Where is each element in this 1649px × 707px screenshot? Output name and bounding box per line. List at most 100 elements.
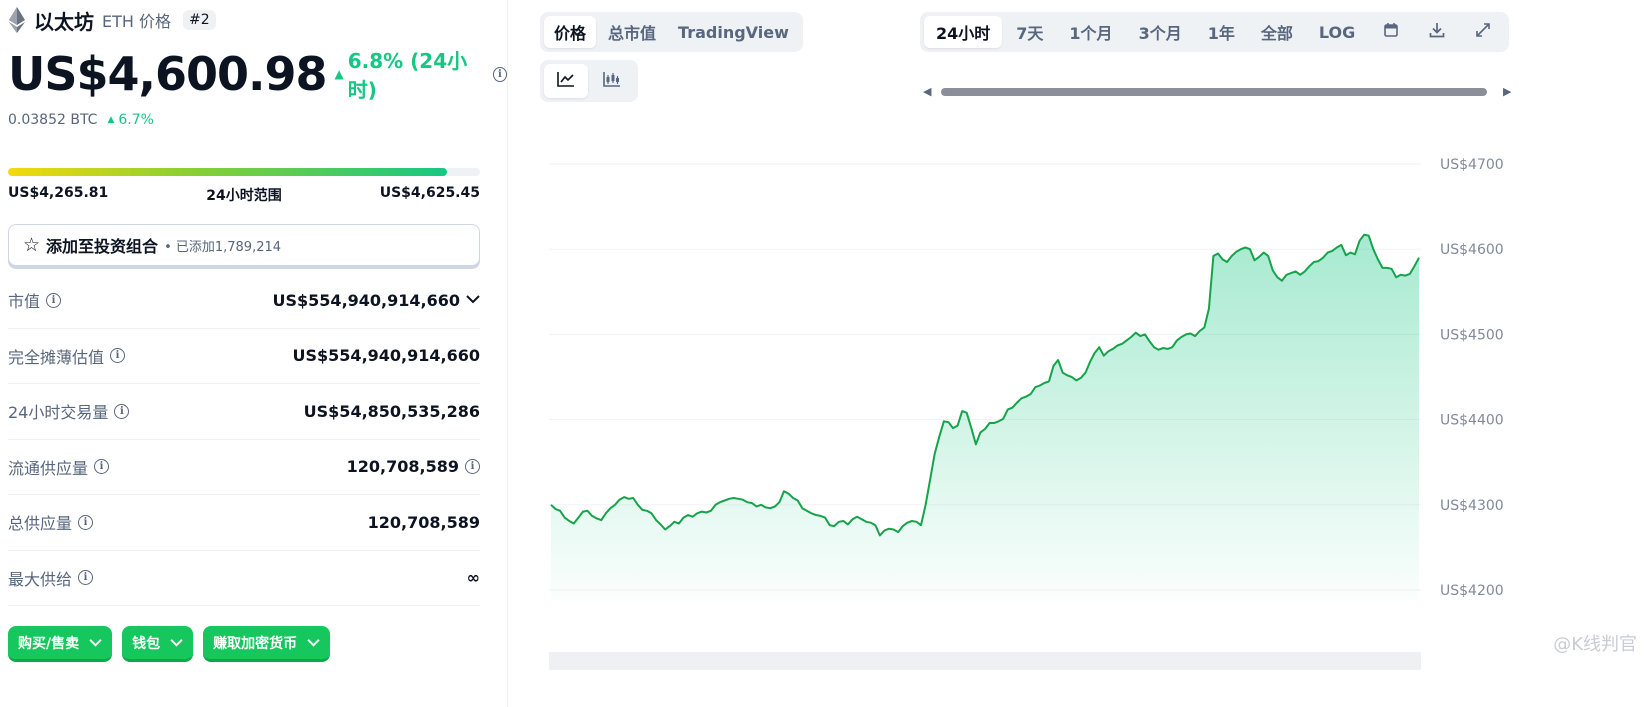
- chevron-down-icon: [89, 636, 102, 650]
- chart-panel: US$4200 US$4300 US$4400 US$4500 US$4600 US$47…: [509, 0, 1649, 707]
- y-tick-label: US$4400: [1440, 413, 1504, 429]
- tab-price[interactable]: 价格: [544, 16, 597, 48]
- range-24h[interactable]: 24小时: [924, 16, 1003, 48]
- price-area: [551, 234, 1419, 600]
- ethereum-logo-icon: [8, 6, 26, 34]
- chart-scrollbar[interactable]: ◀ ▶: [923, 84, 1515, 100]
- coin-header: 以太坊 ETH 价格 #2: [8, 6, 216, 34]
- stat-label: 最大供给: [8, 569, 73, 589]
- stat-value: 120,708,589: [346, 457, 459, 477]
- stat-label: 24小时交易量: [8, 403, 109, 423]
- 24h-range-bar: [8, 168, 480, 176]
- scroll-left-icon[interactable]: ◀: [923, 85, 931, 98]
- chart-tabs: 价格 总市值 TradingView: [540, 12, 803, 52]
- y-tick-label: US$4600: [1440, 242, 1504, 258]
- star-icon: ☆: [23, 234, 41, 256]
- chevron-down-icon: [170, 636, 183, 650]
- chevron-down-icon: [307, 636, 320, 650]
- calendar-icon: [1383, 22, 1399, 42]
- expand-icon: [1475, 22, 1491, 42]
- stat-value: 120,708,589: [367, 512, 480, 532]
- info-icon[interactable]: i: [46, 292, 62, 308]
- info-icon[interactable]: i: [110, 348, 126, 364]
- earn-crypto-label: 赚取加密货币: [213, 635, 298, 652]
- y-tick-label: US$4200: [1440, 583, 1504, 599]
- btc-change-value: 6.7%: [118, 112, 154, 128]
- range-all[interactable]: 全部: [1249, 16, 1305, 48]
- stat-label: 总供应量: [8, 514, 73, 534]
- info-icon[interactable]: i: [114, 403, 130, 419]
- buy-sell-button[interactable]: 购买/售卖: [8, 626, 113, 662]
- stat-row-circulating-supply: 流通供应量 i 120,708,589 i: [8, 440, 480, 495]
- candlestick-chart-button[interactable]: [590, 64, 634, 98]
- y-tick-label: US$4500: [1440, 327, 1504, 343]
- chart-type-toggle: [540, 60, 638, 102]
- range-1y[interactable]: 1年: [1196, 16, 1247, 48]
- wallet-label: 钱包: [132, 635, 161, 652]
- range-1m[interactable]: 1个月: [1057, 16, 1124, 48]
- stat-value: US$554,940,914,660: [292, 346, 480, 366]
- chevron-down-icon: [466, 292, 480, 308]
- rank-badge: #2: [183, 10, 216, 30]
- stats-list: 市值 i US$554,940,914,660 完全摊薄估值 i US$554,94…: [8, 273, 480, 606]
- 24h-range-fill: [8, 168, 447, 176]
- range-7d[interactable]: 7天: [1004, 16, 1055, 48]
- coin-symbol-label: ETH 价格: [102, 12, 172, 31]
- range-3m[interactable]: 3个月: [1127, 16, 1194, 48]
- price-chart[interactable]: US$4200 US$4300 US$4400 US$4500 US$4600 US$47…: [509, 0, 1649, 707]
- candlestick-icon: [603, 71, 621, 91]
- coin-summary-panel: 以太坊 ETH 价格 #2 US$4,600.98 ▲ 6.8% (24小时) …: [0, 0, 508, 707]
- stat-label: 完全摊薄估值: [8, 347, 105, 367]
- current-price: US$4,600.98: [8, 47, 327, 101]
- wallet-button[interactable]: 钱包: [122, 626, 194, 662]
- range-high: US$4,625.45: [379, 185, 480, 201]
- caret-up-icon: ▲: [107, 115, 115, 125]
- btc-price: 0.03852 BTC: [8, 112, 98, 128]
- earn-crypto-button[interactable]: 赚取加密货币: [203, 626, 331, 662]
- stat-row-fdv: 完全摊薄估值 i US$554,940,914,660: [8, 329, 480, 384]
- info-icon[interactable]: i: [492, 66, 507, 82]
- info-icon[interactable]: i: [78, 570, 94, 586]
- stat-label: 市值: [8, 292, 41, 312]
- range-label: 24小时范围: [206, 188, 282, 204]
- stat-row-volume: 24小时交易量 i US$54,850,535,286: [8, 384, 480, 440]
- scroll-right-icon[interactable]: ▶: [1503, 85, 1511, 98]
- portfolio-added-count: • 已添加1,789,214: [164, 239, 282, 255]
- range-log[interactable]: LOG: [1307, 16, 1367, 48]
- fullscreen-button[interactable]: [1461, 16, 1505, 48]
- stat-value: ∞: [466, 568, 480, 588]
- buy-sell-label: 购买/售卖: [18, 635, 80, 652]
- stat-row-market-cap: 市值 i US$554,940,914,660: [8, 273, 480, 329]
- coin-name: 以太坊: [34, 9, 94, 34]
- y-tick-label: US$4700: [1440, 157, 1504, 173]
- caret-up-icon: ▲: [334, 67, 344, 81]
- volume-strip: [549, 652, 1421, 670]
- info-icon[interactable]: i: [78, 514, 94, 530]
- y-tick-label: US$4300: [1440, 498, 1504, 514]
- add-to-portfolio-button[interactable]: ☆ 添加至投资组合 • 已添加1,789,214: [8, 224, 480, 266]
- line-chart-button[interactable]: [544, 64, 588, 98]
- time-range-selector: 24小时 7天 1个月 3个月 1年 全部 LOG: [920, 12, 1510, 52]
- line-chart-icon: [557, 71, 575, 91]
- add-to-portfolio-label: 添加至投资组合: [46, 237, 159, 256]
- btc-price-row: 0.03852 BTC ▲ 6.7%: [8, 112, 154, 128]
- range-low: US$4,265.81: [8, 185, 109, 201]
- info-icon[interactable]: i: [94, 459, 110, 475]
- info-icon[interactable]: i: [465, 459, 480, 475]
- tab-market-cap[interactable]: 总市值: [598, 16, 666, 48]
- action-buttons: 购买/售卖 钱包 赚取加密货币: [8, 626, 331, 662]
- btc-change: ▲ 6.7%: [107, 112, 154, 128]
- watermark: @K线判官: [1553, 634, 1637, 655]
- stat-value: US$554,940,914,660: [272, 290, 460, 310]
- stat-value: US$54,850,535,286: [303, 401, 480, 421]
- stat-row-max-supply: 最大供给 i ∞: [8, 551, 480, 606]
- tab-tradingview[interactable]: TradingView: [668, 16, 799, 48]
- calendar-button[interactable]: [1369, 16, 1413, 48]
- stat-row-total-supply: 总供应量 i 120,708,589: [8, 495, 480, 551]
- scrollbar-thumb[interactable]: [941, 88, 1487, 96]
- stat-label: 流通供应量: [8, 458, 89, 478]
- price-change-value: 6.8% (24小时): [347, 49, 468, 102]
- market-cap-toggle[interactable]: US$554,940,914,660: [273, 291, 480, 310]
- price-row: US$4,600.98 ▲ 6.8% (24小时) i: [8, 44, 507, 104]
- download-button[interactable]: [1415, 16, 1459, 48]
